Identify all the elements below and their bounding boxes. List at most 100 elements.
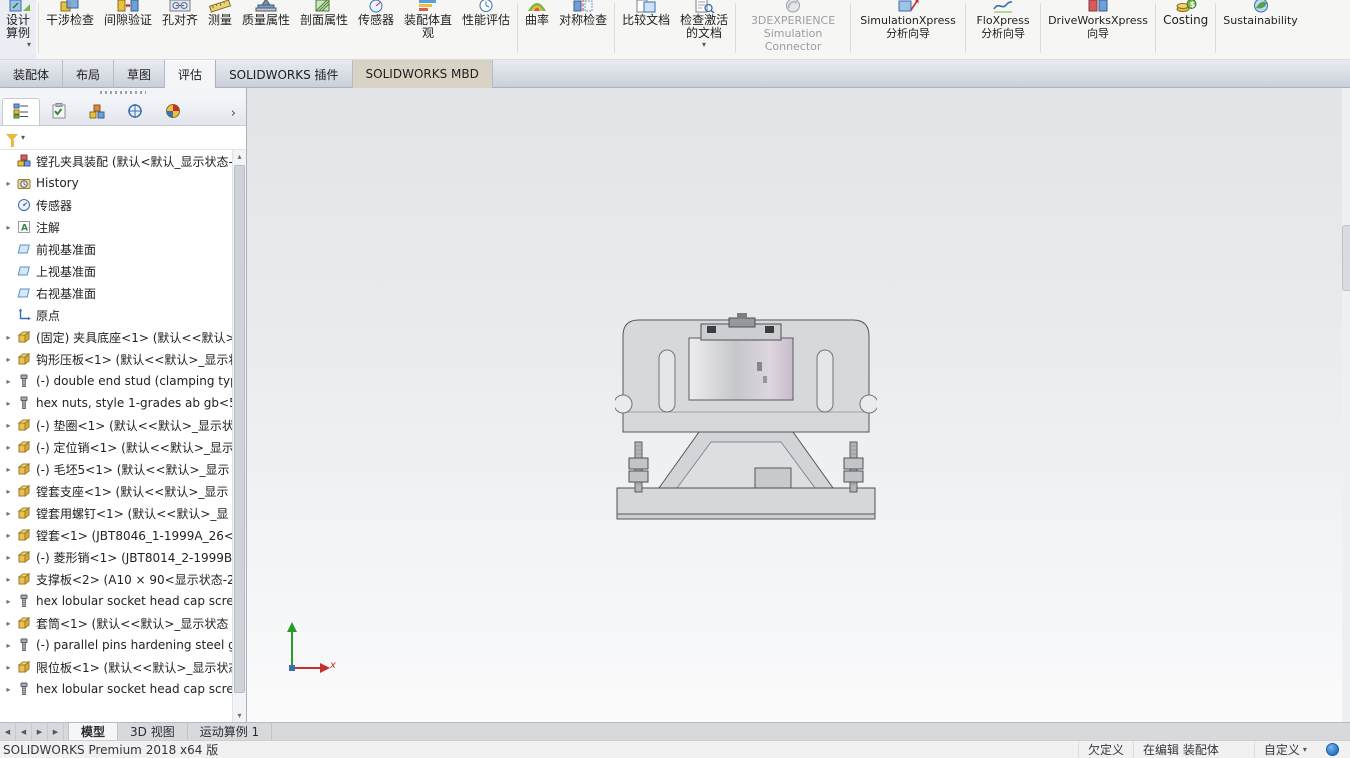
curvature-button[interactable]: 曲率 ▾	[520, 0, 554, 60]
tree-right-plane[interactable]: ▸ 右视基准面	[0, 282, 232, 304]
mode-tab-label: 模型	[81, 723, 105, 740]
expand-caret-icon[interactable]: ▸	[4, 487, 13, 496]
expand-caret-icon[interactable]: ▸	[4, 553, 13, 562]
tree-component[interactable]: ▸ 支撑板<2> (A10 × 90<显示状态-2:	[0, 568, 232, 590]
graphics-area[interactable]: x	[247, 88, 1350, 722]
section-properties-button[interactable]: 剖面属性 ▾	[295, 0, 353, 60]
expand-caret-icon[interactable]: ▸	[4, 465, 13, 474]
tree-component[interactable]: ▸ (-) 菱形销<1> (JBT8014_2-1999B_	[0, 546, 232, 568]
scroll-next-tab-button[interactable]: ▶	[32, 723, 48, 740]
sustainability-button[interactable]: Sustainability ▾	[1218, 0, 1302, 60]
configurationmanager-tab[interactable]	[78, 98, 116, 125]
expand-caret-icon[interactable]: ▸	[4, 377, 13, 386]
compare-documents-button[interactable]: 比较文档 ▾	[617, 0, 675, 60]
expand-caret-icon[interactable]: ▸	[4, 663, 13, 672]
tree-front-plane[interactable]: ▸ 前视基准面	[0, 238, 232, 260]
tree-component[interactable]: ▸ hex nuts, style 1-grades ab gb<5	[0, 392, 232, 414]
driveworksxpress-wizard-button[interactable]: DriveWorksXpress 向导 ▾	[1043, 0, 1153, 60]
tab-assembly[interactable]: 装配体	[0, 60, 63, 88]
tree-root-assembly[interactable]: ▸ 镗孔夹具装配 (默认<默认_显示状态-1>	[0, 150, 232, 172]
tree-component[interactable]: ▸ 限位板<1> (默认<<默认>_显示状态	[0, 656, 232, 678]
expand-caret-icon[interactable]: ▸	[4, 355, 13, 364]
tree-component[interactable]: ▸ (-) 定位销<1> (默认<<默认>_显示	[0, 436, 232, 458]
scroll-up-icon[interactable]: ▴	[233, 150, 246, 163]
model-tab[interactable]: 模型	[68, 723, 118, 740]
scroll-last-tab-button[interactable]: ▶	[48, 723, 64, 740]
tree-component[interactable]: ▸ (固定) 夹具底座<1> (默认<<默认>_	[0, 326, 232, 348]
tab-solidworks-mbd[interactable]: SOLIDWORKS MBD	[353, 60, 493, 88]
expand-caret-icon[interactable]: ▸	[4, 399, 13, 408]
scroll-first-tab-button[interactable]: ◀	[0, 723, 16, 740]
tree-component[interactable]: ▸ (-) parallel pins hardening steel g	[0, 634, 232, 656]
tree-scrollbar[interactable]: ▴ ▾	[232, 150, 246, 722]
tree-origin[interactable]: ▸ 原点	[0, 304, 232, 326]
solidworks-resources-icon[interactable]	[1326, 743, 1339, 756]
propertymanager-tab[interactable]	[40, 98, 78, 125]
sensor-button[interactable]: 传感器 ▾	[353, 0, 399, 60]
tree-component[interactable]: ▸ hex lobular socket head cap scre	[0, 590, 232, 612]
expand-caret-icon[interactable]: ▸	[4, 223, 13, 232]
expand-caret-icon[interactable]: ▸	[4, 531, 13, 540]
floxpress-wizard-button[interactable]: FloXpress 分析向导 ▾	[968, 0, 1038, 60]
expand-caret-icon[interactable]: ▸	[4, 443, 13, 452]
dimxpertmanager-tab[interactable]	[116, 98, 154, 125]
customize-menu[interactable]: 自定义 ▾	[1254, 741, 1316, 758]
tree-component[interactable]: ▸ 镗套<1> (JBT8046_1-1999A_26<<	[0, 524, 232, 546]
tree-annotations[interactable]: ▸ A 注解	[0, 216, 232, 238]
tree-component[interactable]: ▸ hex lobular socket head cap scre	[0, 678, 232, 700]
performance-evaluation-button[interactable]: 性能评估 ▾	[457, 0, 515, 60]
expand-caret-icon[interactable]: ▸	[4, 333, 13, 342]
scroll-prev-tab-button[interactable]: ◀	[16, 723, 32, 740]
featuremanager-tab[interactable]	[2, 98, 40, 125]
tab-solidworks-addins[interactable]: SOLIDWORKS 插件	[216, 60, 352, 88]
expand-caret-icon[interactable]: ▸	[4, 685, 13, 694]
displaymanager-tab[interactable]	[154, 98, 192, 125]
tree-sensors[interactable]: ▸ 传感器	[0, 194, 232, 216]
expand-caret-icon[interactable]: ▸	[4, 575, 13, 584]
interference-check-button[interactable]: 干涉检查 ▾	[41, 0, 99, 60]
expand-caret-icon[interactable]: ▸	[4, 179, 13, 188]
expand-caret-icon[interactable]: ▸	[4, 641, 13, 650]
clearance-verification-button[interactable]: 间隙验证 ▾	[99, 0, 157, 60]
tree-component[interactable]: ▸ 镗套支座<1> (默认<<默认>_显示	[0, 480, 232, 502]
tree-component[interactable]: ▸ 钩形压板<1> (默认<<默认>_显示状	[0, 348, 232, 370]
filter-icon[interactable]	[6, 134, 18, 141]
check-active-document-button[interactable]: 检查激活的文档 ▾	[675, 0, 733, 60]
tree-component[interactable]: ▸ (-) double end stud (clamping typ	[0, 370, 232, 392]
scroll-down-icon[interactable]: ▾	[233, 709, 246, 722]
tree-scrollbar-thumb[interactable]	[234, 165, 245, 693]
symmetry-check-button[interactable]: 对称检查 ▾	[554, 0, 612, 60]
tree-component[interactable]: ▸ (-) 垫圈<1> (默认<<默认>_显示状	[0, 414, 232, 436]
tree-component[interactable]: ▸ 套筒<1> (默认<<默认>_显示状态 1	[0, 612, 232, 634]
hole-alignment-button[interactable]: 孔对齐 ▾	[157, 0, 203, 60]
costing-button[interactable]: $ Costing ▾	[1158, 0, 1213, 60]
expand-caret-icon[interactable]: ▸	[4, 597, 13, 606]
ribbon-group-separator	[614, 3, 615, 53]
expand-caret-icon[interactable]: ▸	[4, 421, 13, 430]
expand-caret-icon[interactable]: ▸	[4, 509, 13, 518]
simulationxpress-wizard-button[interactable]: SimulationXpress 分析向导 ▾	[853, 0, 963, 60]
motion-study-tab[interactable]: 运动算例 1	[188, 723, 272, 740]
measure-button[interactable]: 测量 ▾	[203, 0, 237, 60]
ribbon-item-icon	[475, 0, 497, 13]
expand-caret-icon[interactable]: ▸	[4, 619, 13, 628]
3d-views-tab[interactable]: 3D 视图	[118, 723, 188, 740]
tab-evaluate[interactable]: 评估	[165, 60, 216, 88]
task-pane-handle[interactable]	[1342, 225, 1350, 291]
design-study-button[interactable]: 设计算例 ▾	[0, 0, 36, 60]
3dexperience-simulation-connector-button[interactable]: 3DEXPERIENCE Simulation Connector ▾	[738, 0, 848, 60]
tree-component[interactable]: ▸ 镗套用螺钉<1> (默认<<默认>_显	[0, 502, 232, 524]
tree-top-plane[interactable]: ▸ 上视基准面	[0, 260, 232, 282]
filter-caret-icon[interactable]: ▾	[21, 133, 25, 142]
panel-expand-chevron-icon[interactable]: ›	[231, 106, 244, 125]
tab-layout[interactable]: 布局	[63, 60, 114, 88]
assembly-visualization-button[interactable]: 装配体直观 ▾	[399, 0, 457, 60]
tab-sketch[interactable]: 草图	[114, 60, 165, 88]
tree-component[interactable]: ▸ (-) 毛坯5<1> (默认<<默认>_显示	[0, 458, 232, 480]
assembly-model-view[interactable]	[615, 310, 877, 524]
mass-properties-button[interactable]: 质量属性 ▾	[237, 0, 295, 60]
panel-splitter-grip[interactable]	[0, 88, 246, 96]
command-tab-label: 布局	[76, 66, 100, 83]
ribbon-group-separator	[1155, 3, 1156, 53]
tree-history-folder[interactable]: ▸ History	[0, 172, 232, 194]
